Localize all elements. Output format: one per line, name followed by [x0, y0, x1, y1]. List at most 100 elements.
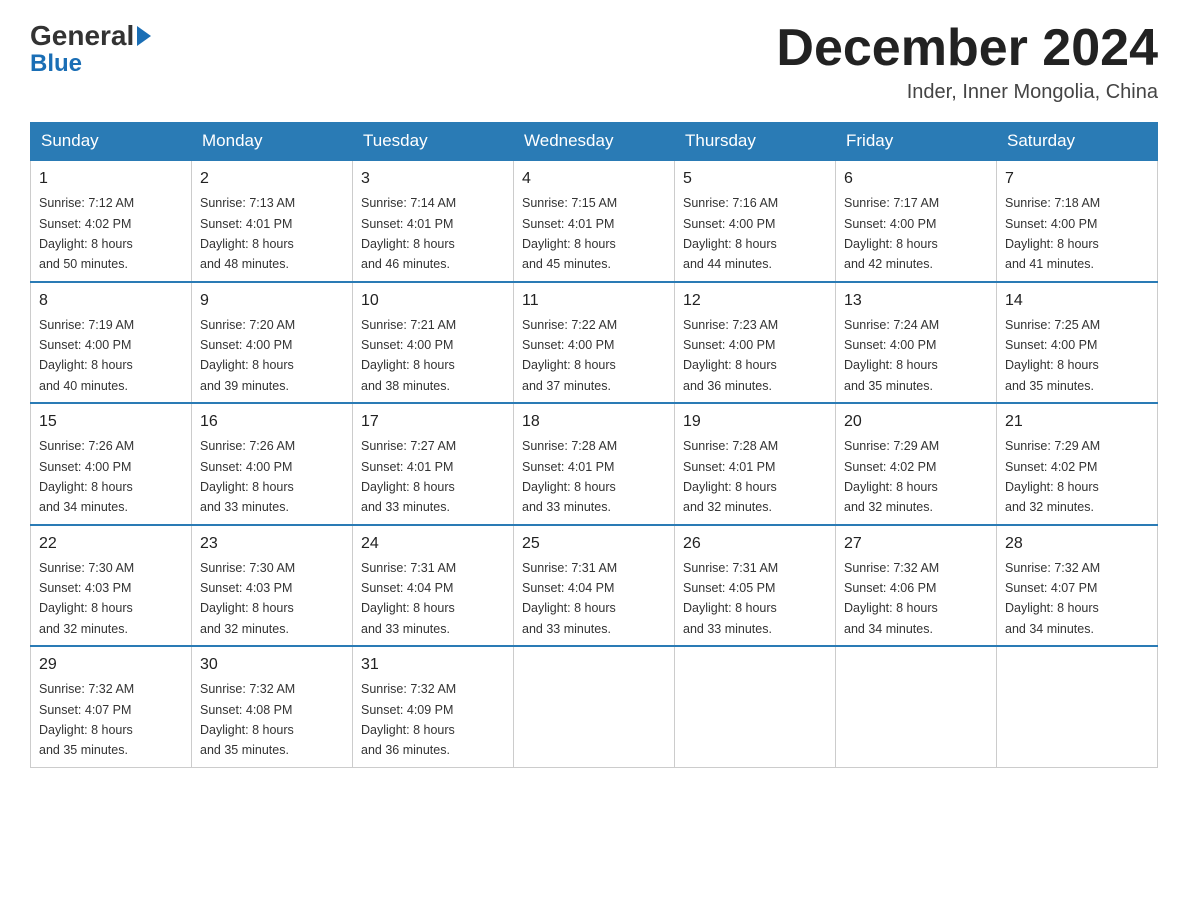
table-row: 8 Sunrise: 7:19 AMSunset: 4:00 PMDayligh… [31, 282, 192, 404]
table-row: 1 Sunrise: 7:12 AMSunset: 4:02 PMDayligh… [31, 160, 192, 282]
day-info: Sunrise: 7:32 AMSunset: 4:07 PMDaylight:… [1005, 561, 1100, 636]
table-row: 10 Sunrise: 7:21 AMSunset: 4:00 PMDaylig… [353, 282, 514, 404]
table-row: 3 Sunrise: 7:14 AMSunset: 4:01 PMDayligh… [353, 160, 514, 282]
day-info: Sunrise: 7:27 AMSunset: 4:01 PMDaylight:… [361, 439, 456, 514]
day-number: 24 [361, 532, 505, 556]
table-row: 31 Sunrise: 7:32 AMSunset: 4:09 PMDaylig… [353, 646, 514, 767]
table-row: 20 Sunrise: 7:29 AMSunset: 4:02 PMDaylig… [836, 403, 997, 525]
day-info: Sunrise: 7:24 AMSunset: 4:00 PMDaylight:… [844, 318, 939, 393]
day-number: 18 [522, 410, 666, 434]
day-number: 19 [683, 410, 827, 434]
table-row: 27 Sunrise: 7:32 AMSunset: 4:06 PMDaylig… [836, 525, 997, 647]
table-row: 17 Sunrise: 7:27 AMSunset: 4:01 PMDaylig… [353, 403, 514, 525]
day-number: 2 [200, 167, 344, 191]
day-number: 15 [39, 410, 183, 434]
calendar-header-row: Sunday Monday Tuesday Wednesday Thursday… [31, 123, 1158, 161]
day-number: 4 [522, 167, 666, 191]
day-info: Sunrise: 7:14 AMSunset: 4:01 PMDaylight:… [361, 196, 456, 271]
day-info: Sunrise: 7:17 AMSunset: 4:00 PMDaylight:… [844, 196, 939, 271]
day-number: 5 [683, 167, 827, 191]
day-info: Sunrise: 7:32 AMSunset: 4:06 PMDaylight:… [844, 561, 939, 636]
table-row: 19 Sunrise: 7:28 AMSunset: 4:01 PMDaylig… [675, 403, 836, 525]
day-number: 14 [1005, 289, 1149, 313]
week-row-4: 22 Sunrise: 7:30 AMSunset: 4:03 PMDaylig… [31, 525, 1158, 647]
day-info: Sunrise: 7:26 AMSunset: 4:00 PMDaylight:… [39, 439, 134, 514]
table-row: 18 Sunrise: 7:28 AMSunset: 4:01 PMDaylig… [514, 403, 675, 525]
day-info: Sunrise: 7:31 AMSunset: 4:04 PMDaylight:… [361, 561, 456, 636]
page-subtitle: Inder, Inner Mongolia, China [776, 81, 1158, 104]
day-number: 16 [200, 410, 344, 434]
table-row: 15 Sunrise: 7:26 AMSunset: 4:00 PMDaylig… [31, 403, 192, 525]
table-row: 16 Sunrise: 7:26 AMSunset: 4:00 PMDaylig… [192, 403, 353, 525]
table-row: 30 Sunrise: 7:32 AMSunset: 4:08 PMDaylig… [192, 646, 353, 767]
day-info: Sunrise: 7:23 AMSunset: 4:00 PMDaylight:… [683, 318, 778, 393]
day-number: 23 [200, 532, 344, 556]
col-friday: Friday [836, 123, 997, 161]
table-row: 6 Sunrise: 7:17 AMSunset: 4:00 PMDayligh… [836, 160, 997, 282]
logo-blue-text: Blue [30, 50, 82, 77]
day-info: Sunrise: 7:13 AMSunset: 4:01 PMDaylight:… [200, 196, 295, 271]
week-row-1: 1 Sunrise: 7:12 AMSunset: 4:02 PMDayligh… [31, 160, 1158, 282]
day-info: Sunrise: 7:25 AMSunset: 4:00 PMDaylight:… [1005, 318, 1100, 393]
table-row: 11 Sunrise: 7:22 AMSunset: 4:00 PMDaylig… [514, 282, 675, 404]
day-info: Sunrise: 7:31 AMSunset: 4:04 PMDaylight:… [522, 561, 617, 636]
table-row: 5 Sunrise: 7:16 AMSunset: 4:00 PMDayligh… [675, 160, 836, 282]
page-title: December 2024 [776, 20, 1158, 77]
day-info: Sunrise: 7:28 AMSunset: 4:01 PMDaylight:… [683, 439, 778, 514]
day-number: 6 [844, 167, 988, 191]
day-info: Sunrise: 7:30 AMSunset: 4:03 PMDaylight:… [39, 561, 134, 636]
day-info: Sunrise: 7:29 AMSunset: 4:02 PMDaylight:… [1005, 439, 1100, 514]
day-number: 30 [200, 653, 344, 677]
day-info: Sunrise: 7:28 AMSunset: 4:01 PMDaylight:… [522, 439, 617, 514]
day-info: Sunrise: 7:32 AMSunset: 4:07 PMDaylight:… [39, 682, 134, 757]
table-row: 13 Sunrise: 7:24 AMSunset: 4:00 PMDaylig… [836, 282, 997, 404]
day-number: 10 [361, 289, 505, 313]
calendar-table: Sunday Monday Tuesday Wednesday Thursday… [30, 122, 1158, 768]
day-info: Sunrise: 7:21 AMSunset: 4:00 PMDaylight:… [361, 318, 456, 393]
table-row: 14 Sunrise: 7:25 AMSunset: 4:00 PMDaylig… [997, 282, 1158, 404]
table-row: 28 Sunrise: 7:32 AMSunset: 4:07 PMDaylig… [997, 525, 1158, 647]
col-monday: Monday [192, 123, 353, 161]
day-number: 9 [200, 289, 344, 313]
day-number: 25 [522, 532, 666, 556]
table-row [514, 646, 675, 767]
day-number: 22 [39, 532, 183, 556]
day-number: 21 [1005, 410, 1149, 434]
day-number: 8 [39, 289, 183, 313]
day-info: Sunrise: 7:16 AMSunset: 4:00 PMDaylight:… [683, 196, 778, 271]
day-info: Sunrise: 7:29 AMSunset: 4:02 PMDaylight:… [844, 439, 939, 514]
table-row: 26 Sunrise: 7:31 AMSunset: 4:05 PMDaylig… [675, 525, 836, 647]
table-row: 7 Sunrise: 7:18 AMSunset: 4:00 PMDayligh… [997, 160, 1158, 282]
header: General Blue December 2024 Inder, Inner … [30, 20, 1158, 104]
logo-triangle-icon [137, 26, 151, 46]
day-number: 7 [1005, 167, 1149, 191]
col-saturday: Saturday [997, 123, 1158, 161]
table-row: 9 Sunrise: 7:20 AMSunset: 4:00 PMDayligh… [192, 282, 353, 404]
logo: General Blue [30, 20, 151, 78]
day-number: 3 [361, 167, 505, 191]
table-row [997, 646, 1158, 767]
day-number: 20 [844, 410, 988, 434]
day-info: Sunrise: 7:18 AMSunset: 4:00 PMDaylight:… [1005, 196, 1100, 271]
day-info: Sunrise: 7:26 AMSunset: 4:00 PMDaylight:… [200, 439, 295, 514]
day-number: 12 [683, 289, 827, 313]
day-info: Sunrise: 7:15 AMSunset: 4:01 PMDaylight:… [522, 196, 617, 271]
day-info: Sunrise: 7:30 AMSunset: 4:03 PMDaylight:… [200, 561, 295, 636]
day-info: Sunrise: 7:32 AMSunset: 4:09 PMDaylight:… [361, 682, 456, 757]
day-info: Sunrise: 7:32 AMSunset: 4:08 PMDaylight:… [200, 682, 295, 757]
table-row [836, 646, 997, 767]
col-thursday: Thursday [675, 123, 836, 161]
table-row: 24 Sunrise: 7:31 AMSunset: 4:04 PMDaylig… [353, 525, 514, 647]
table-row: 12 Sunrise: 7:23 AMSunset: 4:00 PMDaylig… [675, 282, 836, 404]
day-number: 1 [39, 167, 183, 191]
table-row: 4 Sunrise: 7:15 AMSunset: 4:01 PMDayligh… [514, 160, 675, 282]
day-info: Sunrise: 7:19 AMSunset: 4:00 PMDaylight:… [39, 318, 134, 393]
day-number: 17 [361, 410, 505, 434]
week-row-2: 8 Sunrise: 7:19 AMSunset: 4:00 PMDayligh… [31, 282, 1158, 404]
week-row-3: 15 Sunrise: 7:26 AMSunset: 4:00 PMDaylig… [31, 403, 1158, 525]
col-sunday: Sunday [31, 123, 192, 161]
day-number: 29 [39, 653, 183, 677]
day-number: 28 [1005, 532, 1149, 556]
day-info: Sunrise: 7:22 AMSunset: 4:00 PMDaylight:… [522, 318, 617, 393]
col-tuesday: Tuesday [353, 123, 514, 161]
